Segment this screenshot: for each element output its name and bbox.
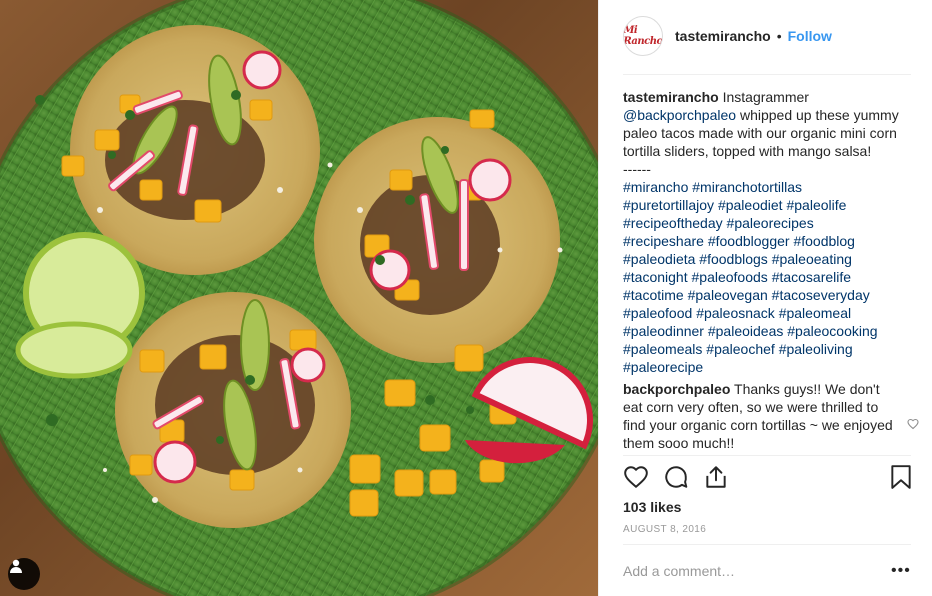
hashtag-line: #paleomeals #paleochef #paleoliving bbox=[623, 340, 911, 358]
divider bbox=[623, 544, 911, 545]
hashtag-link[interactable]: #paleofood bbox=[623, 305, 692, 321]
comment-username[interactable]: backporchpaleo bbox=[623, 381, 730, 397]
hashtag-line: #paleofood #paleosnack #paleomeal bbox=[623, 304, 911, 322]
hashtag-link[interactable]: #paleochef bbox=[706, 341, 775, 357]
more-options-button[interactable]: ••• bbox=[891, 562, 911, 580]
hashtag-line: #paleodieta #foodblogs #paleoeating bbox=[623, 250, 911, 268]
speech-bubble-icon bbox=[665, 466, 688, 488]
divider bbox=[623, 455, 911, 456]
caption-mention[interactable]: @backporchpaleo bbox=[623, 107, 736, 123]
hashtag-link[interactable]: #paleorecipes bbox=[727, 215, 814, 231]
like-count[interactable]: 103 likes bbox=[623, 499, 681, 515]
hashtag-block: #mirancho #miranchotortillas #puretortill… bbox=[623, 178, 911, 376]
hashtag-link[interactable]: #paleodieta bbox=[623, 251, 695, 267]
hashtag-line: #paleorecipe bbox=[623, 358, 911, 376]
heart-outline-icon bbox=[907, 418, 919, 430]
follow-button[interactable]: Follow bbox=[788, 28, 832, 44]
hashtag-link[interactable]: #paleodiet bbox=[718, 197, 783, 213]
hashtag-link[interactable]: #paleomeals bbox=[623, 341, 702, 357]
hashtag-link[interactable]: #paleodinner bbox=[623, 323, 704, 339]
post-date[interactable]: August 8, 2016 bbox=[623, 524, 706, 535]
hashtag-link[interactable]: #foodblog bbox=[793, 233, 855, 249]
hashtag-link[interactable]: #paleolife bbox=[786, 197, 846, 213]
hashtag-line: #taconight #paleofoods #tacosarelife bbox=[623, 268, 911, 286]
caption-text-before: Instagrammer bbox=[722, 89, 809, 105]
hashtag-link[interactable]: #paleovegan bbox=[688, 287, 768, 303]
hashtag-link[interactable]: #paleorecipe bbox=[623, 359, 703, 375]
hashtag-link[interactable]: #mirancho bbox=[623, 179, 688, 195]
user-tag-button[interactable] bbox=[8, 558, 40, 590]
hashtag-link[interactable]: #paleoideas bbox=[708, 323, 784, 339]
hashtag-link[interactable]: #tacotime bbox=[623, 287, 684, 303]
hashtag-line: #recipeoftheday #paleorecipes bbox=[623, 214, 911, 232]
save-button[interactable] bbox=[889, 464, 913, 495]
hashtag-link[interactable]: #miranchotortillas bbox=[692, 179, 802, 195]
add-comment-input[interactable] bbox=[623, 560, 863, 582]
comments-list: tastemirancho Instagrammer @backporchpal… bbox=[623, 88, 919, 452]
like-button[interactable] bbox=[623, 464, 649, 495]
divider bbox=[623, 74, 911, 75]
header-username[interactable]: tastemirancho bbox=[675, 28, 771, 44]
post-photo[interactable] bbox=[0, 0, 598, 596]
caption: tastemirancho Instagrammer @backporchpal… bbox=[623, 88, 911, 376]
action-bar bbox=[623, 462, 913, 494]
hashtag-link[interactable]: #tacosarelife bbox=[772, 269, 851, 285]
heart-outline-icon bbox=[624, 466, 648, 489]
caption-username[interactable]: tastemirancho bbox=[623, 89, 719, 105]
hashtag-link[interactable]: #paleosnack bbox=[696, 305, 775, 321]
hashtag-link[interactable]: #paleomeal bbox=[779, 305, 851, 321]
hashtag-link[interactable]: #taconight bbox=[623, 269, 688, 285]
avatar[interactable]: Mi Rancho bbox=[623, 16, 663, 56]
hashtag-line: #paleodinner #paleoideas #paleocooking bbox=[623, 322, 911, 340]
hashtag-link[interactable]: #puretortillajoy bbox=[623, 197, 714, 213]
avatar-logo-text: Mi Rancho bbox=[623, 25, 663, 47]
hashtag-line: #recipeshare #foodblogger #foodblog bbox=[623, 232, 911, 250]
header-separator: • bbox=[776, 28, 782, 44]
hashtag-link[interactable]: #tacoseveryday bbox=[772, 287, 870, 303]
hashtag-line: #tacotime #paleovegan #tacoseveryday bbox=[623, 286, 911, 304]
share-upload-icon bbox=[706, 466, 726, 488]
comment-button[interactable] bbox=[663, 464, 689, 495]
hashtag-link[interactable]: #foodblogs bbox=[699, 251, 768, 267]
hashtag-link[interactable]: #recipeoftheday bbox=[623, 215, 723, 231]
hashtag-link[interactable]: #paleocooking bbox=[787, 323, 877, 339]
hashtag-link[interactable]: #foodblogger bbox=[708, 233, 790, 249]
caption-divider: ------ bbox=[623, 161, 651, 177]
tacos-photo-illustration bbox=[0, 0, 598, 596]
comment: backporchpaleo Thanks guys!! We don't ea… bbox=[623, 380, 919, 452]
person-icon bbox=[10, 559, 22, 573]
share-button[interactable] bbox=[703, 464, 729, 495]
hashtag-link[interactable]: #paleoliving bbox=[779, 341, 853, 357]
bookmark-icon bbox=[891, 465, 911, 489]
hashtag-line: #puretortillajoy #paleodiet #paleolife bbox=[623, 196, 911, 214]
post-header: Mi Rancho tastemirancho • Follow bbox=[623, 14, 911, 58]
hashtag-link[interactable]: #paleoeating bbox=[772, 251, 852, 267]
post-side-panel: Mi Rancho tastemirancho • Follow tastemi… bbox=[598, 0, 932, 596]
hashtag-line: #mirancho #miranchotortillas bbox=[623, 178, 911, 196]
hashtag-link[interactable]: #paleofoods bbox=[692, 269, 768, 285]
comment-like-button[interactable] bbox=[907, 416, 919, 434]
hashtag-link[interactable]: #recipeshare bbox=[623, 233, 704, 249]
